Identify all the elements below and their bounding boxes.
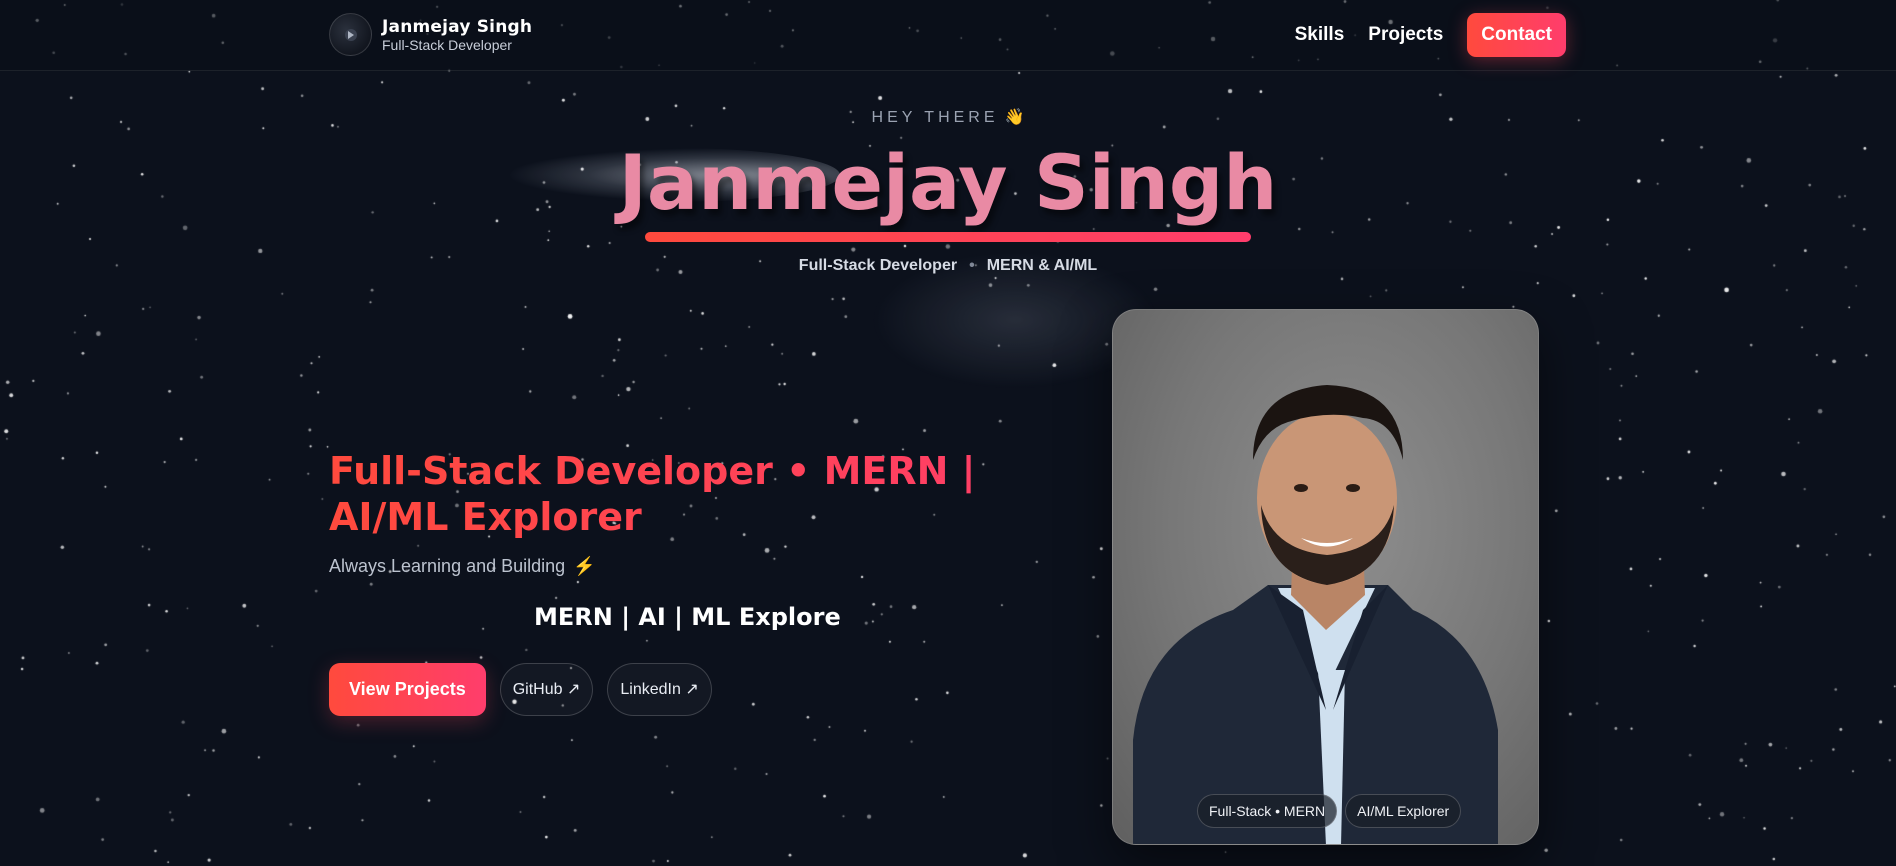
tagline-separator: • [969, 257, 975, 274]
greeting-text: HEY THERE [871, 109, 999, 126]
wave-icon: 👋 [1004, 109, 1025, 126]
tagline-focus: MERN & AI/ML [986, 257, 1098, 274]
cta-group: View Projects GitHub ↗ LinkedIn ↗ [329, 663, 712, 716]
subline-text: Always Learning and Building [329, 556, 566, 576]
logo-icon [329, 13, 372, 56]
profile-photo-card: Full-Stack • MERN AI/ML Explorer [1112, 309, 1539, 845]
lightning-icon: ⚡ [573, 556, 596, 576]
brand[interactable]: Janmejay Singh Full-Stack Developer [329, 13, 532, 56]
brand-name: Janmejay Singh [382, 16, 533, 37]
linkedin-link[interactable]: LinkedIn ↗ [607, 663, 712, 716]
starfield-background [0, 0, 1896, 866]
nav-link-skills[interactable]: Skills [1295, 24, 1345, 46]
nav-links: Skills Projects Contact [1295, 13, 1566, 57]
hero-tagline: Full-Stack Developer • MERN & AI/ML [0, 257, 1896, 275]
hero-name: Janmejay Singh [618, 138, 1278, 227]
top-navbar: Janmejay Singh Full-Stack Developer Skil… [0, 0, 1896, 71]
typed-text: MERN | AI | ML Explore [534, 603, 841, 631]
view-projects-button[interactable]: View Projects [329, 663, 486, 716]
photo-chips: Full-Stack • MERN AI/ML Explorer [1197, 794, 1469, 828]
tagline-role: Full-Stack Developer [798, 257, 958, 274]
brand-role: Full-Stack Developer [382, 36, 512, 53]
name-underline [645, 232, 1251, 242]
chip-aiml: AI/ML Explorer [1345, 794, 1462, 828]
greeting: HEY THERE 👋 [0, 107, 1896, 127]
hero-headline: Full-Stack Developer • MERN | AI/ML Expl… [329, 448, 1089, 540]
hero-subline: Always Learning and Building ⚡ [329, 556, 596, 577]
chip-fullstack: Full-Stack • MERN [1197, 794, 1338, 828]
contact-button[interactable]: Contact [1467, 13, 1566, 57]
profile-photo [1133, 385, 1498, 844]
nav-link-projects[interactable]: Projects [1368, 24, 1443, 46]
github-link[interactable]: GitHub ↗ [499, 663, 594, 716]
